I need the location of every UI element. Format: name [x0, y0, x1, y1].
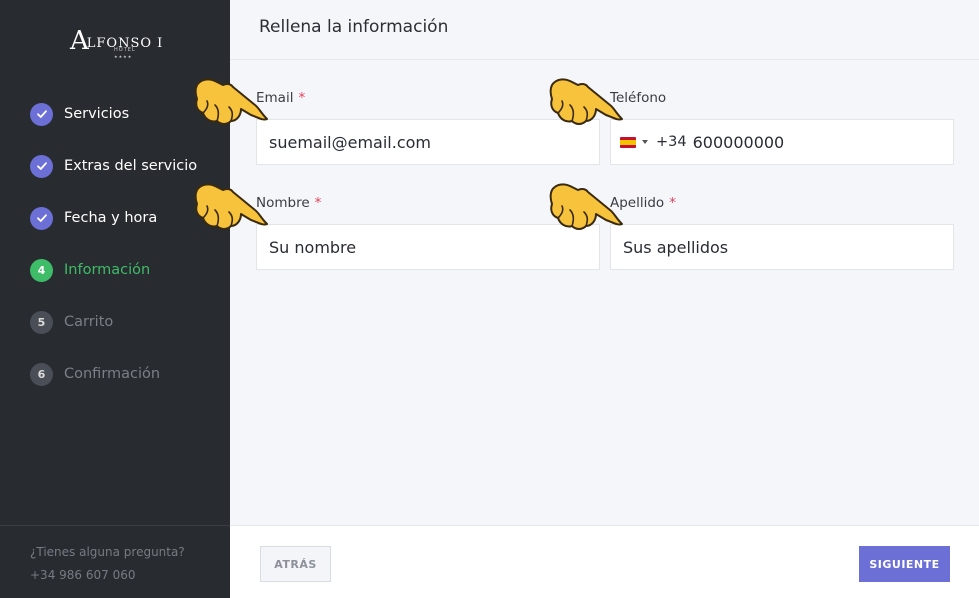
- step-confirmacion: 6 Confirmación: [30, 362, 160, 386]
- required-mark: *: [314, 195, 322, 211]
- spain-flag-icon[interactable]: [620, 136, 636, 148]
- help-phone[interactable]: +34 986 607 060: [30, 568, 135, 582]
- step-carrito: 5 Carrito: [30, 310, 113, 334]
- required-mark: *: [298, 90, 306, 106]
- logo-sub-text: HOTEL: [114, 47, 136, 53]
- phone-field[interactable]: +34: [610, 119, 954, 165]
- back-button[interactable]: ATRÁS: [260, 546, 331, 582]
- check-icon: [30, 102, 53, 126]
- step-label: Servicios: [64, 106, 130, 122]
- pointing-hand-icon: [194, 78, 268, 125]
- page-title: Rellena la información: [259, 17, 449, 37]
- help-question: ¿Tienes alguna pregunta?: [30, 545, 185, 559]
- required-mark: *: [669, 195, 676, 211]
- check-icon: [30, 206, 53, 230]
- step-label: Información: [64, 262, 151, 278]
- next-button[interactable]: SIGUIENTE: [859, 546, 950, 582]
- pointing-hand-icon: [194, 183, 268, 230]
- step-label: Fecha y hora: [64, 210, 158, 226]
- step-label: Carrito: [64, 314, 114, 330]
- check-icon: [30, 154, 53, 178]
- pointing-hand-icon: [549, 183, 623, 230]
- step-extras[interactable]: Extras del servicio: [30, 154, 197, 178]
- step-informacion[interactable]: 4 Información: [30, 258, 150, 282]
- step-servicios[interactable]: Servicios: [30, 102, 129, 126]
- dial-code: +34: [656, 134, 687, 150]
- phone-input[interactable]: [692, 132, 923, 152]
- step-number: 4: [30, 258, 53, 282]
- main-header: Rellena la información: [230, 0, 979, 60]
- last-name-field[interactable]: [610, 224, 954, 270]
- step-number: 5: [30, 310, 53, 334]
- step-label: Extras del servicio: [64, 158, 198, 174]
- step-number: 6: [30, 362, 53, 386]
- sidebar-divider: [0, 525, 230, 526]
- chevron-down-icon[interactable]: [642, 140, 648, 144]
- pointing-hand-icon: [549, 78, 623, 125]
- step-label: Confirmación: [64, 366, 161, 382]
- step-fecha-hora[interactable]: Fecha y hora: [30, 206, 157, 230]
- hotel-logo: ALFONSO I HOTEL ★★★★: [70, 28, 162, 62]
- logo-stars: ★★★★: [114, 54, 133, 59]
